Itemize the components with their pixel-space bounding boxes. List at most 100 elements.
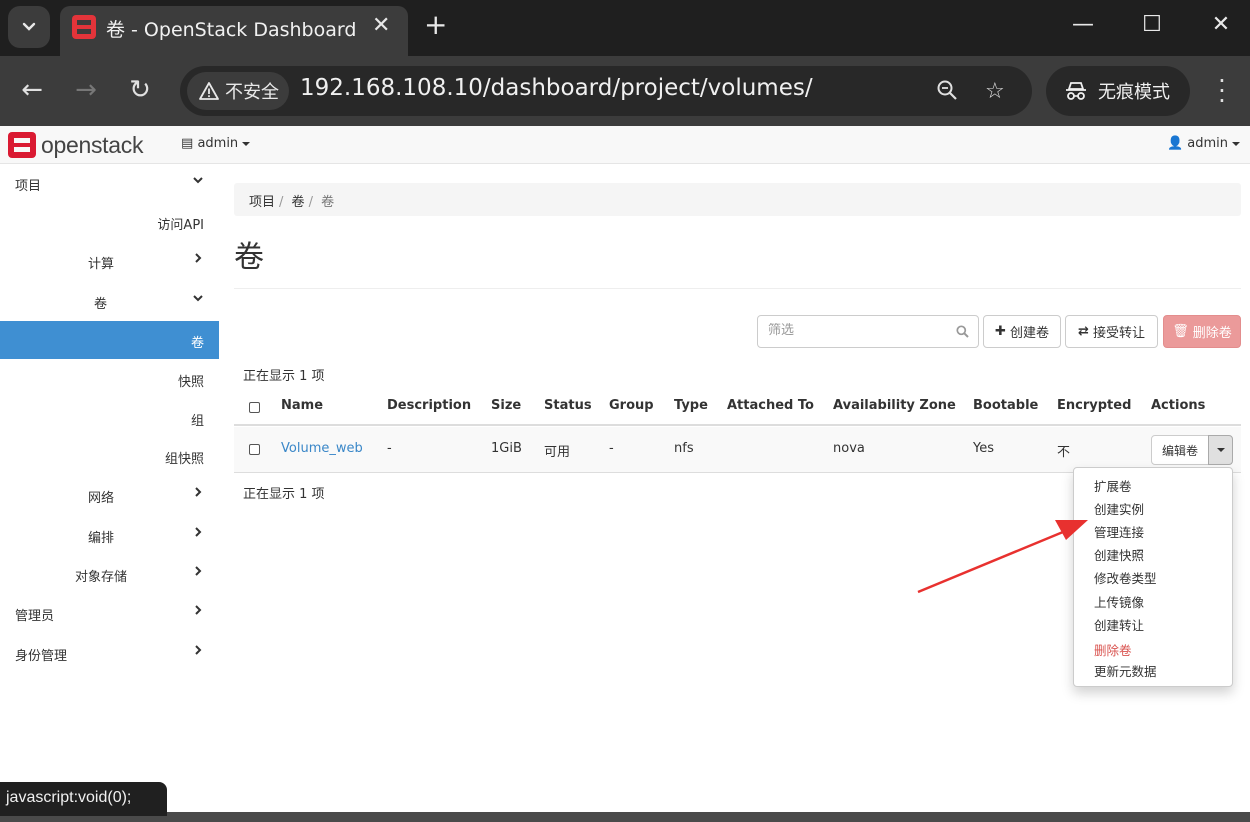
menu-item-delete-volume[interactable]: 删除卷 [1094, 640, 1132, 659]
column-header-attached-to[interactable]: Attached To [727, 398, 814, 413]
sidebar-item-compute[interactable]: 计算 [0, 242, 219, 280]
row-checkbox[interactable] [249, 444, 260, 455]
chevron-right-icon [195, 487, 202, 497]
address-bar[interactable]: 不安全 192.168.108.10/dashboard/project/vol… [180, 66, 1032, 116]
trash-icon: 🗑 [1172, 324, 1189, 339]
sidebar-item-snapshots[interactable]: 快照 [0, 360, 219, 398]
column-header-size[interactable]: Size [491, 398, 521, 413]
breadcrumb-item[interactable]: 卷 [292, 195, 305, 210]
column-header-description[interactable]: Description [387, 398, 471, 413]
menu-item-manage-attachments[interactable]: 管理连接 [1094, 522, 1144, 541]
tab-close-icon[interactable]: ✕ [372, 13, 390, 38]
chevron-right-icon [195, 527, 202, 537]
minimize-icon[interactable]: — [1068, 12, 1098, 37]
user-icon: 👤 [1166, 136, 1184, 151]
openstack-logo-icon [8, 132, 36, 158]
column-header-status[interactable]: Status [544, 398, 592, 413]
accept-transfer-label: 接受转让 [1092, 326, 1145, 341]
column-header-type[interactable]: Type [674, 398, 708, 413]
menu-item-create-snapshot[interactable]: 创建快照 [1094, 545, 1144, 564]
sidebar-item-label: 组快照 [164, 452, 204, 467]
breadcrumb-item[interactable]: 项目 [249, 195, 275, 210]
status-bar: javascript:void(0); [0, 782, 167, 816]
chevron-right-icon [195, 253, 202, 263]
sidebar-item-label: 卷 [94, 297, 108, 312]
search-icon[interactable] [956, 325, 969, 338]
sidebar-item-object-store[interactable]: 对象存储 [0, 555, 219, 593]
project-picker[interactable]: ▤ admin [181, 136, 251, 151]
edit-volume-button[interactable]: 编辑卷 [1151, 435, 1209, 465]
sidebar-item-identity[interactable]: 身份管理 [0, 634, 219, 672]
maximize-icon[interactable]: ☐ [1137, 12, 1167, 37]
menu-item-change-volume-type[interactable]: 修改卷类型 [1094, 568, 1157, 587]
sidebar-item-orchestration[interactable]: 编排 [0, 516, 219, 554]
caret-down-icon [1216, 448, 1225, 452]
column-header-bootable[interactable]: Bootable [973, 398, 1038, 413]
filter-field[interactable] [757, 315, 979, 348]
delete-volumes-button[interactable]: 🗑 删除卷 [1163, 315, 1241, 348]
browser-menu-icon[interactable]: · · · [1212, 69, 1232, 113]
chevron-right-icon [195, 566, 202, 576]
page-title: 卷 [234, 240, 264, 275]
zoom-icon[interactable] [936, 79, 958, 107]
sidebar-item-volumes-group[interactable]: 卷 [0, 282, 219, 320]
title-divider [234, 288, 1241, 289]
volume-group: - [609, 441, 614, 456]
volume-status: 可用 [544, 445, 571, 460]
sidebar-item-api-access[interactable]: 访问API [0, 203, 219, 241]
volume-name-link[interactable]: Volume_web [281, 441, 363, 456]
menu-item-upload-to-image[interactable]: 上传镜像 [1094, 592, 1144, 611]
sidebar-item-group-snapshots[interactable]: 组快照 [0, 437, 219, 475]
openstack-logo[interactable]: openstack [8, 131, 143, 159]
volume-encrypted: 不 [1057, 445, 1071, 460]
table-header: Name Description Size Status Group Type … [234, 388, 1241, 426]
forward-icon[interactable]: → [71, 75, 101, 105]
chevron-down-icon [193, 177, 203, 184]
column-header-name[interactable]: Name [281, 398, 323, 413]
actions-dropdown-toggle[interactable] [1208, 435, 1233, 465]
reload-icon[interactable]: ↻ [125, 75, 155, 105]
browser-tab[interactable]: 卷 - OpenStack Dashboard ✕ [60, 6, 408, 56]
security-chip[interactable]: 不安全 [187, 72, 289, 110]
menu-item-launch-instance[interactable]: 创建实例 [1094, 499, 1144, 518]
incognito-icon [1066, 82, 1086, 100]
security-label: 不安全 [225, 82, 279, 103]
create-volume-button[interactable]: ✚ 创建卷 [983, 315, 1061, 348]
incognito-label: 无痕模式 [1098, 82, 1170, 103]
select-all-checkbox[interactable] [249, 402, 260, 413]
openstack-navbar: openstack ▤ admin 👤 admin [0, 126, 1250, 164]
volume-bootable: Yes [973, 441, 994, 456]
menu-item-extend-volume[interactable]: 扩展卷 [1094, 476, 1132, 495]
breadcrumb-separator: / [279, 195, 284, 210]
sidebar-item-groups[interactable]: 组 [0, 399, 219, 437]
sidebar-item-volumes[interactable]: 卷 [0, 321, 219, 359]
sidebar-item-admin[interactable]: 管理员 [0, 594, 219, 632]
column-header-actions: Actions [1151, 398, 1206, 413]
menu-item-create-transfer[interactable]: 创建转让 [1094, 615, 1144, 634]
filter-input[interactable] [768, 323, 948, 338]
accept-transfer-button[interactable]: ⇄ 接受转让 [1065, 315, 1158, 348]
tab-search-button[interactable] [8, 6, 50, 48]
volume-size: 1GiB [491, 441, 522, 456]
new-tab-icon[interactable]: + [424, 10, 447, 40]
window-close-icon[interactable]: ✕ [1206, 12, 1236, 37]
volume-description: - [387, 441, 392, 456]
underlying-window-strip [0, 812, 1250, 822]
column-header-encrypted[interactable]: Encrypted [1057, 398, 1131, 413]
sidebar-item-label: 卷 [190, 336, 204, 351]
sidebar-item-label: 身份管理 [15, 649, 68, 664]
sidebar-item-project[interactable]: 项目 [0, 164, 219, 202]
delete-volumes-label: 删除卷 [1192, 326, 1232, 341]
sidebar-item-label: 编排 [88, 531, 115, 546]
user-menu[interactable]: 👤 admin [1167, 136, 1240, 151]
url-text[interactable]: 192.168.108.10/dashboard/project/volumes… [300, 75, 813, 101]
volume-availability-zone: nova [833, 441, 865, 456]
menu-item-update-metadata[interactable]: 更新元数据 [1094, 661, 1157, 680]
browser-tab-bar: 卷 - OpenStack Dashboard ✕ + — ☐ ✕ [0, 0, 1250, 56]
sidebar-item-network[interactable]: 网络 [0, 476, 219, 514]
incognito-badge[interactable]: 无痕模式 [1046, 66, 1190, 116]
column-header-group[interactable]: Group [609, 398, 654, 413]
back-icon[interactable]: ← [17, 75, 47, 105]
column-header-availability-zone[interactable]: Availability Zone [833, 398, 956, 413]
bookmark-star-icon[interactable]: ☆ [985, 79, 1005, 104]
